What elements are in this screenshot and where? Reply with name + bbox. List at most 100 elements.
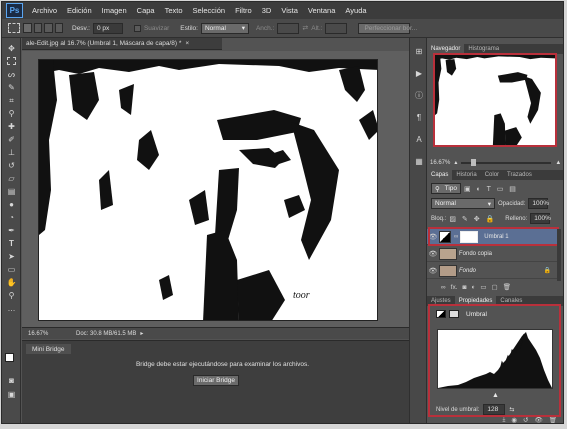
layer-row[interactable]: 👁 Fondo copia <box>427 246 557 262</box>
document-status-bar: 16.67% Doc: 30.8 MB/61.5 MB ▸ <box>22 327 423 339</box>
eyedropper-tool-icon[interactable]: ⚲ <box>6 109 17 119</box>
marquee-tool-icon[interactable] <box>7 57 16 65</box>
tab-layers[interactable]: Capas <box>427 170 453 180</box>
play-actions-icon[interactable]: ▶ <box>414 68 424 78</box>
new-adjustment-icon[interactable]: ◐ <box>471 284 475 291</box>
lasso-tool-icon[interactable]: ᔕ <box>6 70 17 80</box>
visibility-icon[interactable]: 👁 <box>534 416 542 423</box>
feather-input[interactable]: 0 px <box>92 22 123 34</box>
blend-mode-value: Normal <box>435 200 456 207</box>
zoom-in-icon[interactable]: ▲ <box>555 160 561 166</box>
menu-edicion[interactable]: Edición <box>62 6 97 15</box>
tab-history[interactable]: Historia <box>452 170 480 180</box>
image-canvas[interactable]: toor <box>38 59 378 321</box>
reset-icon[interactable]: ↺ <box>523 416 528 423</box>
character-icon[interactable]: A <box>414 134 424 144</box>
move-tool-icon[interactable]: ✥ <box>6 44 17 54</box>
layer-kind-filter[interactable]: ⚲ Tipo <box>431 183 461 194</box>
info-icon[interactable]: ⓘ <box>414 90 424 100</box>
antialias-checkbox[interactable] <box>133 24 141 32</box>
menu-imagen[interactable]: Imagen <box>97 6 132 15</box>
fill-input[interactable]: 100% <box>530 213 551 224</box>
menu-archivo[interactable]: Archivo <box>27 6 62 15</box>
height-input[interactable] <box>325 22 348 34</box>
menu-ventana[interactable]: Ventana <box>303 6 341 15</box>
layer-name[interactable]: Fondo copia <box>459 251 492 257</box>
width-input[interactable] <box>277 22 300 34</box>
menu-capa[interactable]: Capa <box>132 6 160 15</box>
history-brush-tool-icon[interactable]: ↺ <box>6 161 17 171</box>
shape-tool-icon[interactable]: ▭ <box>6 265 17 275</box>
pen-tool-icon[interactable]: ✒ <box>6 226 17 236</box>
zoom-tool-icon[interactable]: ⚲ <box>6 291 17 301</box>
marquee-tool-icon[interactable] <box>8 23 20 33</box>
zoom-out-icon[interactable]: ▴ <box>454 159 457 166</box>
layers-scrollbar[interactable] <box>557 229 561 281</box>
brush-tool-icon[interactable]: ✐ <box>6 135 17 145</box>
quick-mask-icon[interactable]: ◙ <box>6 376 17 386</box>
menu-seleccion[interactable]: Selección <box>188 6 231 15</box>
layer-name[interactable]: Fondo <box>459 268 476 274</box>
document-tab[interactable]: ale-Edit.jpg al 16.7% (Umbral 1, Máscara… <box>22 38 222 50</box>
clone-stamp-tool-icon[interactable]: ⊥ <box>6 148 17 158</box>
mini-bridge-tab[interactable]: Mini Bridge <box>26 344 71 354</box>
selection-mode-icons[interactable] <box>23 23 63 33</box>
mini-bridge-message: Bridge debe estar ejecutándose para exam… <box>135 361 310 368</box>
new-layer-icon[interactable]: ▢ <box>492 283 498 291</box>
height-label: Alt.: <box>311 24 323 32</box>
fx-button[interactable]: fx. <box>451 284 458 291</box>
trash-icon[interactable]: 🗑 <box>503 283 511 291</box>
path-selection-tool-icon[interactable]: ➤ <box>6 252 17 262</box>
view-previous-icon[interactable]: ◉ <box>511 416 517 423</box>
doc-info[interactable]: Doc: 30.8 MB/61.5 MB <box>76 331 136 337</box>
navigator-zoom-value[interactable]: 16.67% <box>430 160 450 166</box>
mini-bridge-panel: Mini Bridge Bridge debe estar ejecutándo… <box>22 340 423 423</box>
clip-to-layer-icon[interactable]: ⤓ <box>502 416 505 423</box>
swap-icon[interactable]: ⇄ <box>302 24 308 32</box>
hand-tool-icon[interactable]: ✋ <box>6 278 17 288</box>
paragraph-icon[interactable]: ¶ <box>414 112 424 122</box>
link-layers-icon[interactable]: ∞ <box>441 284 446 291</box>
opacity-input[interactable]: 100% <box>528 198 549 209</box>
quick-selection-tool-icon[interactable]: ✎ <box>6 83 17 93</box>
close-icon[interactable]: × <box>185 40 189 47</box>
gradient-tool-icon[interactable]: ▤ <box>6 187 17 197</box>
navigator-zoom-slider[interactable] <box>461 158 552 166</box>
menu-3d[interactable]: 3D <box>257 6 277 15</box>
layer-kind-value: Tipo <box>444 185 457 192</box>
screen-mode-icon[interactable]: ▣ <box>6 390 17 400</box>
lock-icons[interactable]: ▨ ✎ ✥ 🔒 <box>449 215 496 223</box>
add-mask-icon[interactable]: ◙ <box>463 284 467 291</box>
dodge-tool-icon[interactable]: ◔ <box>6 213 17 223</box>
eraser-tool-icon[interactable]: ▱ <box>6 174 17 184</box>
collapsed-panels-strip: ⊞ ▶ ⓘ ¶ A ▦ <box>409 38 427 423</box>
eye-icon[interactable]: 👁 <box>427 267 439 275</box>
filter-icons[interactable]: ▣ ◐ T ▭ ▤ <box>464 185 518 193</box>
tab-paths[interactable]: Trazados <box>503 170 536 180</box>
crop-tool-icon[interactable]: ⌗ <box>6 96 17 106</box>
history-icon[interactable]: ⊞ <box>414 46 424 56</box>
style-select[interactable]: Normal ▾ <box>200 22 249 34</box>
more-tools-icon[interactable]: … <box>6 304 17 314</box>
zoom-level[interactable]: 16.67% <box>22 331 62 337</box>
blend-mode-select[interactable]: Normal ▾ <box>431 198 495 209</box>
menu-vista[interactable]: Vista <box>276 6 303 15</box>
delete-icon[interactable]: 🗑 <box>549 416 557 423</box>
type-tool-icon[interactable]: T <box>6 239 17 249</box>
new-group-icon[interactable]: ▭ <box>480 283 486 291</box>
menu-filtro[interactable]: Filtro <box>230 6 257 15</box>
eye-icon[interactable]: 👁 <box>427 250 439 258</box>
status-menu-icon[interactable]: ▸ <box>140 330 143 337</box>
refine-edge-button[interactable]: Perfeccionar bor... <box>358 22 417 34</box>
layer-row[interactable]: 👁 Fondo 🔒 <box>427 263 557 279</box>
blur-tool-icon[interactable]: ● <box>6 200 17 210</box>
foreground-color-swatch[interactable] <box>5 353 14 362</box>
tab-color[interactable]: Color <box>481 170 503 180</box>
start-bridge-button[interactable]: Iniciar Bridge <box>193 375 239 386</box>
navigator-thumbnail[interactable] <box>433 53 557 147</box>
menu-texto[interactable]: Texto <box>160 6 188 15</box>
swatches-icon[interactable]: ▦ <box>414 156 424 166</box>
menu-ayuda[interactable]: Ayuda <box>340 6 371 15</box>
healing-brush-tool-icon[interactable]: ✚ <box>6 122 17 132</box>
layer-filter-row: ⚲ Tipo ▣ ◐ T ▭ ▤ <box>431 183 518 194</box>
